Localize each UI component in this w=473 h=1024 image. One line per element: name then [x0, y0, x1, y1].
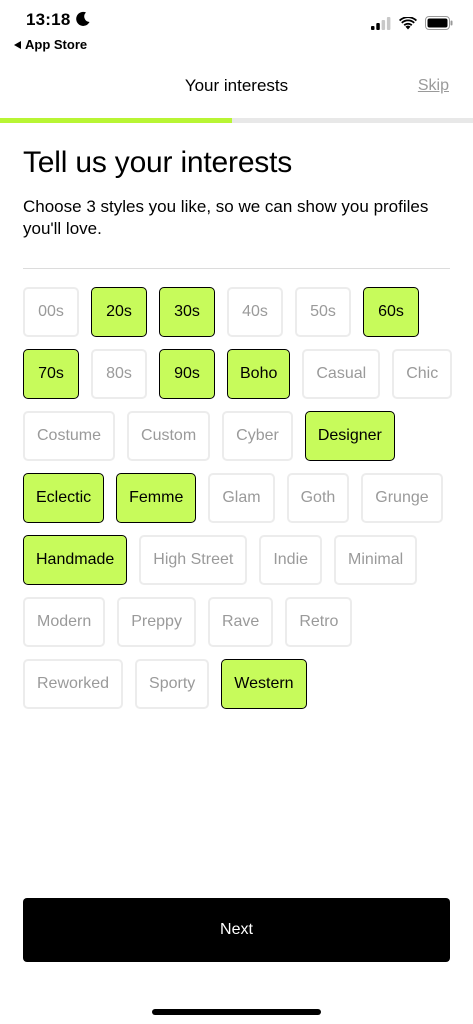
interest-chip-high-street[interactable]: High Street: [139, 535, 248, 585]
progress-bar-fill: [0, 118, 232, 123]
moon-icon: [76, 11, 90, 26]
interest-chip-western[interactable]: Western: [221, 659, 307, 709]
page-title: Your interests: [184, 76, 289, 95]
interest-chip-80s[interactable]: 80s: [91, 349, 147, 399]
interest-chip-30s[interactable]: 30s: [159, 287, 215, 337]
interest-chip-00s[interactable]: 00s: [23, 287, 79, 337]
interest-chip-indie[interactable]: Indie: [259, 535, 323, 585]
home-indicator: [152, 1009, 321, 1015]
interest-chip-grunge[interactable]: Grunge: [361, 473, 443, 523]
interest-chip-boho[interactable]: Boho: [227, 349, 291, 399]
interest-chip-70s[interactable]: 70s: [23, 349, 79, 399]
interest-chip-sporty[interactable]: Sporty: [135, 659, 210, 709]
progress-bar: [0, 118, 473, 123]
interest-chip-chic[interactable]: Chic: [392, 349, 453, 399]
interest-chip-casual[interactable]: Casual: [302, 349, 381, 399]
interests-list: 00s 20s 30s 40s 50s 60s 70s 80s 90s Boho Casual Chi…: [23, 287, 453, 709]
interest-chip-rave[interactable]: Rave: [207, 597, 274, 647]
cellular-signal-icon: [371, 16, 391, 30]
interest-chip-eclectic[interactable]: Eclectic: [23, 473, 105, 523]
interest-chip-90s[interactable]: 90s: [159, 349, 215, 399]
interest-chip-costume[interactable]: Costume: [23, 411, 116, 461]
interest-chip-reworked[interactable]: Reworked: [23, 659, 124, 709]
back-to-app-store[interactable]: App Store: [14, 37, 87, 52]
wifi-icon: [399, 16, 417, 29]
heading: Tell us your interests: [23, 146, 293, 179]
interest-chip-handmade[interactable]: Handmade: [23, 535, 128, 585]
interest-chip-minimal[interactable]: Minimal: [334, 535, 418, 585]
interest-chip-50s[interactable]: 50s: [295, 287, 351, 337]
interest-chip-glam[interactable]: Glam: [208, 473, 275, 523]
interest-chip-goth[interactable]: Goth: [286, 473, 350, 523]
back-arrow-icon: [14, 40, 21, 49]
divider: [23, 268, 450, 269]
subheading: Choose 3 styles you like, so we can show…: [23, 197, 429, 238]
interest-chip-custom[interactable]: Custom: [127, 411, 211, 461]
interest-chip-20s[interactable]: 20s: [91, 287, 147, 337]
interest-chip-cyber[interactable]: Cyber: [222, 411, 293, 461]
next-button[interactable]: Next: [23, 898, 450, 962]
interest-chip-retro[interactable]: Retro: [285, 597, 353, 647]
status-time: 13:18: [26, 10, 71, 29]
battery-icon: [425, 16, 453, 30]
status-bar: 13:18 App Store: [0, 0, 473, 56]
back-app-label: App Store: [25, 37, 88, 52]
interest-chip-femme[interactable]: Femme: [116, 473, 197, 523]
navigation-bar: Your interests Skip: [0, 64, 473, 110]
interest-chip-preppy[interactable]: Preppy: [117, 597, 196, 647]
interest-chip-40s[interactable]: 40s: [227, 287, 283, 337]
interest-chip-designer[interactable]: Designer: [304, 411, 395, 461]
interest-chip-60s[interactable]: 60s: [363, 287, 419, 337]
interest-chip-modern[interactable]: Modern: [23, 597, 106, 647]
skip-link[interactable]: Skip: [418, 77, 449, 95]
status-indicators: [371, 16, 453, 30]
